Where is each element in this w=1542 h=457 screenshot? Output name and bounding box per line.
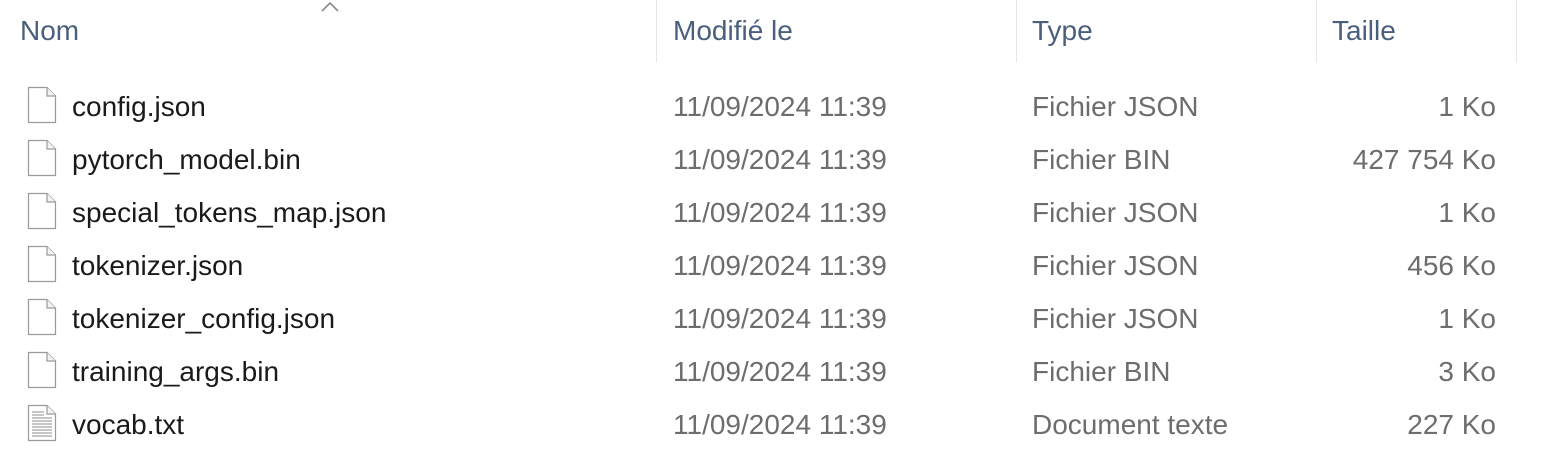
file-modified: 11/09/2024 11:39: [673, 250, 887, 281]
column-header-size[interactable]: Taille: [1317, 0, 1516, 62]
column-header-modified[interactable]: Modifié le: [657, 0, 1016, 62]
file-name: tokenizer_config.json: [72, 303, 336, 334]
file-modified: 11/09/2024 11:39: [673, 197, 887, 228]
file-size: 427 754 Ko: [1352, 144, 1496, 175]
file-name: special_tokens_map.json: [72, 197, 387, 228]
blank-file-icon: [27, 192, 57, 230]
file-type: Fichier JSON: [1032, 303, 1199, 334]
column-header-name[interactable]: Nom: [0, 0, 656, 62]
file-size: 3 Ko: [1438, 356, 1496, 387]
blank-file-icon: [27, 86, 57, 124]
column-header-name-label: Nom: [20, 15, 80, 46]
sort-ascending-icon: [321, 1, 339, 12]
file-type: Fichier JSON: [1032, 91, 1199, 122]
column-header-size-label: Taille: [1332, 15, 1396, 46]
text-file-icon: [27, 404, 57, 442]
file-type: Fichier JSON: [1032, 250, 1199, 281]
column-header-type-label: Type: [1032, 15, 1093, 46]
file-name: training_args.bin: [72, 356, 280, 387]
file-modified: 11/09/2024 11:39: [673, 91, 887, 122]
file-name: pytorch_model.bin: [72, 144, 301, 175]
file-name: config.json: [72, 91, 206, 122]
file-row[interactable]: vocab.txt 11/09/2024 11:39 Document text…: [0, 398, 1542, 451]
file-row[interactable]: tokenizer.json 11/09/2024 11:39 Fichier …: [0, 239, 1542, 292]
file-modified: 11/09/2024 11:39: [673, 356, 887, 387]
file-row[interactable]: config.json 11/09/2024 11:39 Fichier JSO…: [0, 80, 1542, 133]
file-name: vocab.txt: [72, 409, 185, 440]
file-size: 456 Ko: [1407, 250, 1496, 281]
file-modified: 11/09/2024 11:39: [673, 409, 887, 440]
file-row[interactable]: training_args.bin 11/09/2024 11:39 Fichi…: [0, 345, 1542, 398]
file-type: Document texte: [1032, 409, 1229, 440]
column-divider[interactable]: [1516, 0, 1517, 62]
file-size: 1 Ko: [1438, 197, 1496, 228]
file-modified: 11/09/2024 11:39: [673, 144, 887, 175]
file-size: 227 Ko: [1407, 409, 1496, 440]
blank-file-icon: [27, 245, 57, 283]
file-row[interactable]: pytorch_model.bin 11/09/2024 11:39 Fichi…: [0, 133, 1542, 186]
column-header-type[interactable]: Type: [1017, 0, 1316, 62]
file-row[interactable]: special_tokens_map.json 11/09/2024 11:39…: [0, 186, 1542, 239]
blank-file-icon: [27, 351, 57, 389]
file-modified: 11/09/2024 11:39: [673, 303, 887, 334]
file-type: Fichier JSON: [1032, 197, 1199, 228]
file-size: 1 Ko: [1438, 91, 1496, 122]
file-size: 1 Ko: [1438, 303, 1496, 334]
blank-file-icon: [27, 298, 57, 336]
file-row[interactable]: tokenizer_config.json 11/09/2024 11:39 F…: [0, 292, 1542, 345]
blank-file-icon: [27, 139, 57, 177]
column-header-modified-label: Modifié le: [673, 15, 793, 46]
file-type: Fichier BIN: [1032, 356, 1171, 387]
file-type: Fichier BIN: [1032, 144, 1171, 175]
column-header-bar: Nom Modifié le Type Taille: [0, 0, 1542, 62]
file-name: tokenizer.json: [72, 250, 244, 281]
